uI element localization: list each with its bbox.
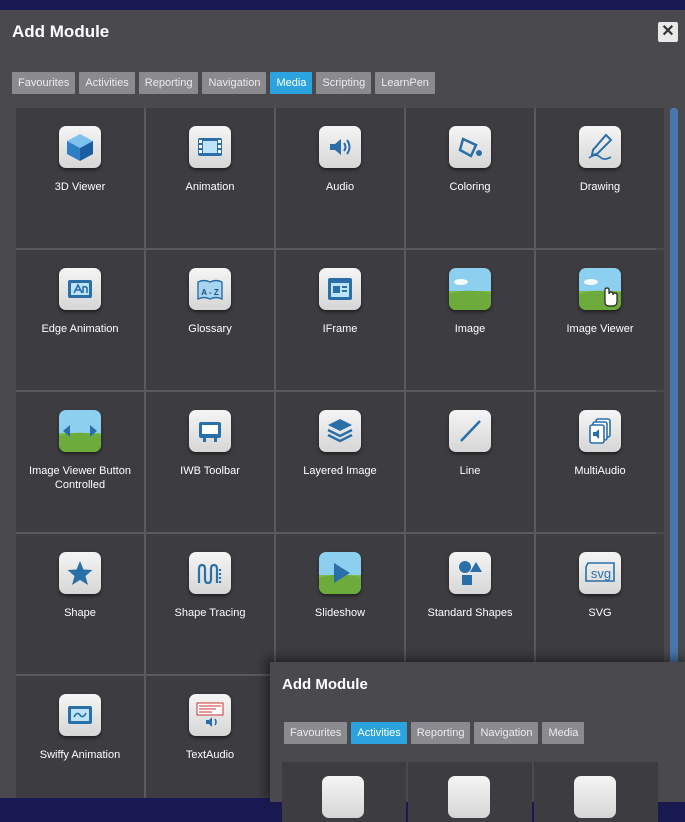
close-button[interactable]: ✕ <box>658 22 678 42</box>
module-audio[interactable]: Audio <box>276 108 404 248</box>
module-image-viewer[interactable]: Image Viewer <box>536 250 664 390</box>
module-grid <box>282 762 658 822</box>
module-label: Shape <box>64 607 96 619</box>
whiteboard-icon <box>189 410 231 452</box>
module-label: Animation <box>185 181 235 193</box>
tab-activities[interactable]: Activities <box>79 72 135 94</box>
module-label: Audio <box>325 181 355 193</box>
module-icon <box>322 776 364 818</box>
tab-favourites[interactable]: Favourites <box>12 72 76 94</box>
module-tile[interactable] <box>282 762 406 822</box>
module-icon <box>574 776 616 818</box>
module-3d-viewer[interactable]: 3D Viewer <box>16 108 144 248</box>
landscape-icon <box>449 268 491 310</box>
edge-animation-icon <box>59 268 101 310</box>
module-tile[interactable] <box>534 762 658 822</box>
tab-media[interactable]: Media <box>270 72 313 94</box>
module-label: Layered Image <box>303 465 377 477</box>
tab-navigation[interactable]: Navigation <box>202 72 267 94</box>
module-drawing[interactable]: Drawing <box>536 108 664 248</box>
module-icon <box>448 776 490 818</box>
module-label: Standard Shapes <box>427 607 513 619</box>
module-image-viewer-button-controlled[interactable]: Image Viewer Button Controlled <box>16 392 144 532</box>
cube-icon <box>59 126 101 168</box>
glossary-text: A - Z <box>201 288 219 297</box>
pen-icon <box>579 126 621 168</box>
module-slideshow[interactable]: Slideshow <box>276 534 404 674</box>
module-edge-animation[interactable]: Edge Animation <box>16 250 144 390</box>
tab-reporting[interactable]: Reporting <box>410 722 471 744</box>
multi-audio-icon <box>579 410 621 452</box>
module-label: Line <box>459 465 481 477</box>
add-module-dialog-overlay: Add Module Favourites Activities Reporti… <box>270 662 685 822</box>
module-line[interactable]: Line <box>406 392 534 532</box>
module-textaudio[interactable]: TextAudio <box>146 676 274 798</box>
shapes-icon <box>449 552 491 594</box>
svg-text: svg <box>591 566 611 581</box>
module-label: Slideshow <box>314 607 366 619</box>
module-label: Image Viewer Button Controlled <box>29 465 131 491</box>
tab-navigation[interactable]: Navigation <box>474 722 539 744</box>
book-az-icon: A - Z <box>189 268 231 310</box>
module-label: Image Viewer <box>566 323 634 335</box>
play-icon <box>319 552 361 594</box>
tab-reporting[interactable]: Reporting <box>138 72 199 94</box>
module-label: Swiffy Animation <box>39 749 121 761</box>
module-label: TextAudio <box>185 749 235 761</box>
tab-media[interactable]: Media <box>542 722 585 744</box>
module-standard-shapes[interactable]: Standard Shapes <box>406 534 534 674</box>
module-animation[interactable]: Animation <box>146 108 274 248</box>
module-swiffy-animation[interactable]: Swiffy Animation <box>16 676 144 798</box>
tab-favourites[interactable]: Favourites <box>284 722 348 744</box>
module-label: MultiAudio <box>574 465 626 477</box>
module-label: SVG <box>588 607 612 619</box>
dialog-title: Add Module <box>12 22 110 41</box>
tab-learnpen[interactable]: LearnPen <box>375 72 435 94</box>
tab-scripting[interactable]: Scripting <box>316 72 372 94</box>
speaker-icon <box>319 126 361 168</box>
module-label: Drawing <box>579 181 621 193</box>
module-label: Image <box>454 323 486 335</box>
film-icon <box>189 126 231 168</box>
module-layered-image[interactable]: Layered Image <box>276 392 404 532</box>
module-svg[interactable]: svg SVG <box>536 534 664 674</box>
module-tabs: Favourites Activities Reporting Navigati… <box>12 72 435 94</box>
module-coloring[interactable]: Coloring <box>406 108 534 248</box>
svg-icon: svg <box>579 552 621 594</box>
star-icon <box>59 552 101 594</box>
module-image[interactable]: Image <box>406 250 534 390</box>
module-multiaudio[interactable]: MultiAudio <box>536 392 664 532</box>
line-icon <box>449 410 491 452</box>
module-label: IFrame <box>322 323 358 335</box>
iframe-icon <box>319 268 361 310</box>
tracing-icon <box>189 552 231 594</box>
swiffy-icon <box>59 694 101 736</box>
paint-bucket-icon <box>449 126 491 168</box>
module-label: Edge Animation <box>41 323 119 335</box>
module-shape[interactable]: Shape <box>16 534 144 674</box>
module-iframe[interactable]: IFrame <box>276 250 404 390</box>
module-label: IWB Toolbar <box>180 465 240 477</box>
tab-activities[interactable]: Activities <box>351 722 407 744</box>
module-glossary[interactable]: A - Z Glossary <box>146 250 274 390</box>
module-label: Coloring <box>449 181 491 193</box>
module-tabs: Favourites Activities Reporting Navigati… <box>284 722 585 744</box>
module-label: Glossary <box>188 323 232 335</box>
module-iwb-toolbar[interactable]: IWB Toolbar <box>146 392 274 532</box>
module-tile[interactable] <box>408 762 532 822</box>
image-viewer-icon <box>579 268 621 310</box>
dialog-title: Add Module <box>282 676 368 693</box>
module-label: Shape Tracing <box>174 607 246 619</box>
text-audio-icon <box>189 694 231 736</box>
module-label: 3D Viewer <box>54 181 106 193</box>
image-arrows-icon <box>59 410 101 452</box>
layers-icon <box>319 410 361 452</box>
scrollbar-thumb[interactable] <box>670 108 678 668</box>
module-shape-tracing[interactable]: Shape Tracing <box>146 534 274 674</box>
